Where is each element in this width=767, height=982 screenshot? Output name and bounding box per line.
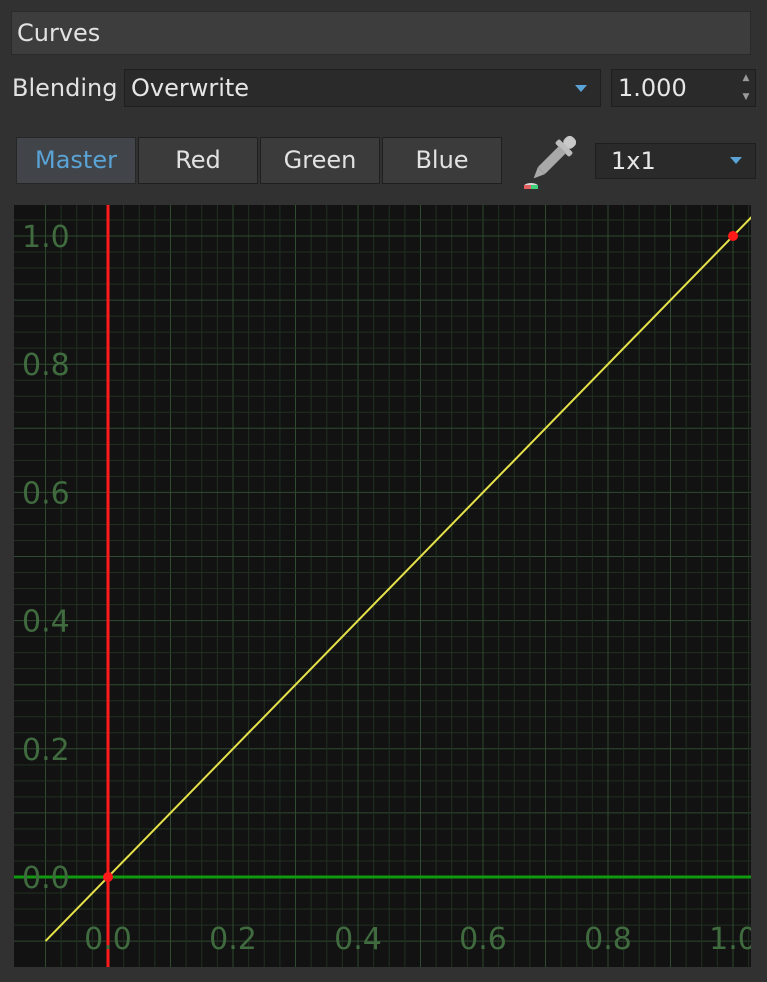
y-tick-label: 0.4 (22, 605, 70, 640)
spin-up-icon[interactable]: ▲ (741, 73, 751, 83)
control-point[interactable] (103, 872, 113, 882)
blending-mode-value: Overwrite (131, 74, 250, 102)
opacity-value: 1.000 (618, 74, 687, 102)
tab-master[interactable]: Master (16, 137, 136, 184)
x-tick-label: 0.0 (84, 922, 132, 957)
x-tick-label: 0.4 (334, 922, 382, 957)
y-tick-label: 0.2 (22, 733, 70, 768)
blending-mode-select[interactable]: Overwrite (124, 69, 601, 107)
y-tick-label: 0.8 (22, 348, 70, 383)
y-tick-label: 0.0 (22, 861, 70, 896)
chevron-down-icon (730, 157, 742, 164)
tab-green[interactable]: Green (260, 137, 380, 184)
sample-size-value: 1x1 (611, 147, 656, 175)
tab-blue[interactable]: Blue (382, 137, 502, 184)
x-tick-label: 1.0 (709, 922, 751, 957)
curve-editor[interactable]: 0.0 0.2 0.4 0.6 0.8 1.0 0.0 0.2 0.4 0.6 0.8 1.0 (14, 205, 751, 967)
x-tick-label: 0.6 (459, 922, 507, 957)
blending-label: Blending (12, 74, 118, 102)
opacity-spinbox[interactable]: 1.000 ▲ ▼ (611, 69, 756, 107)
control-point[interactable] (728, 231, 738, 241)
sample-size-select[interactable]: 1x1 (595, 143, 756, 179)
spin-down-icon[interactable]: ▼ (741, 92, 751, 102)
y-tick-label: 0.6 (22, 476, 70, 511)
x-tick-label: 0.8 (584, 922, 632, 957)
tab-red[interactable]: Red (138, 137, 258, 184)
chevron-down-icon (575, 85, 587, 92)
x-tick-label: 0.2 (209, 922, 257, 957)
y-tick-label: 1.0 (22, 220, 70, 255)
eyedropper-icon[interactable] (520, 128, 584, 192)
panel-title[interactable]: Curves (11, 11, 751, 55)
plot-background (14, 205, 751, 967)
